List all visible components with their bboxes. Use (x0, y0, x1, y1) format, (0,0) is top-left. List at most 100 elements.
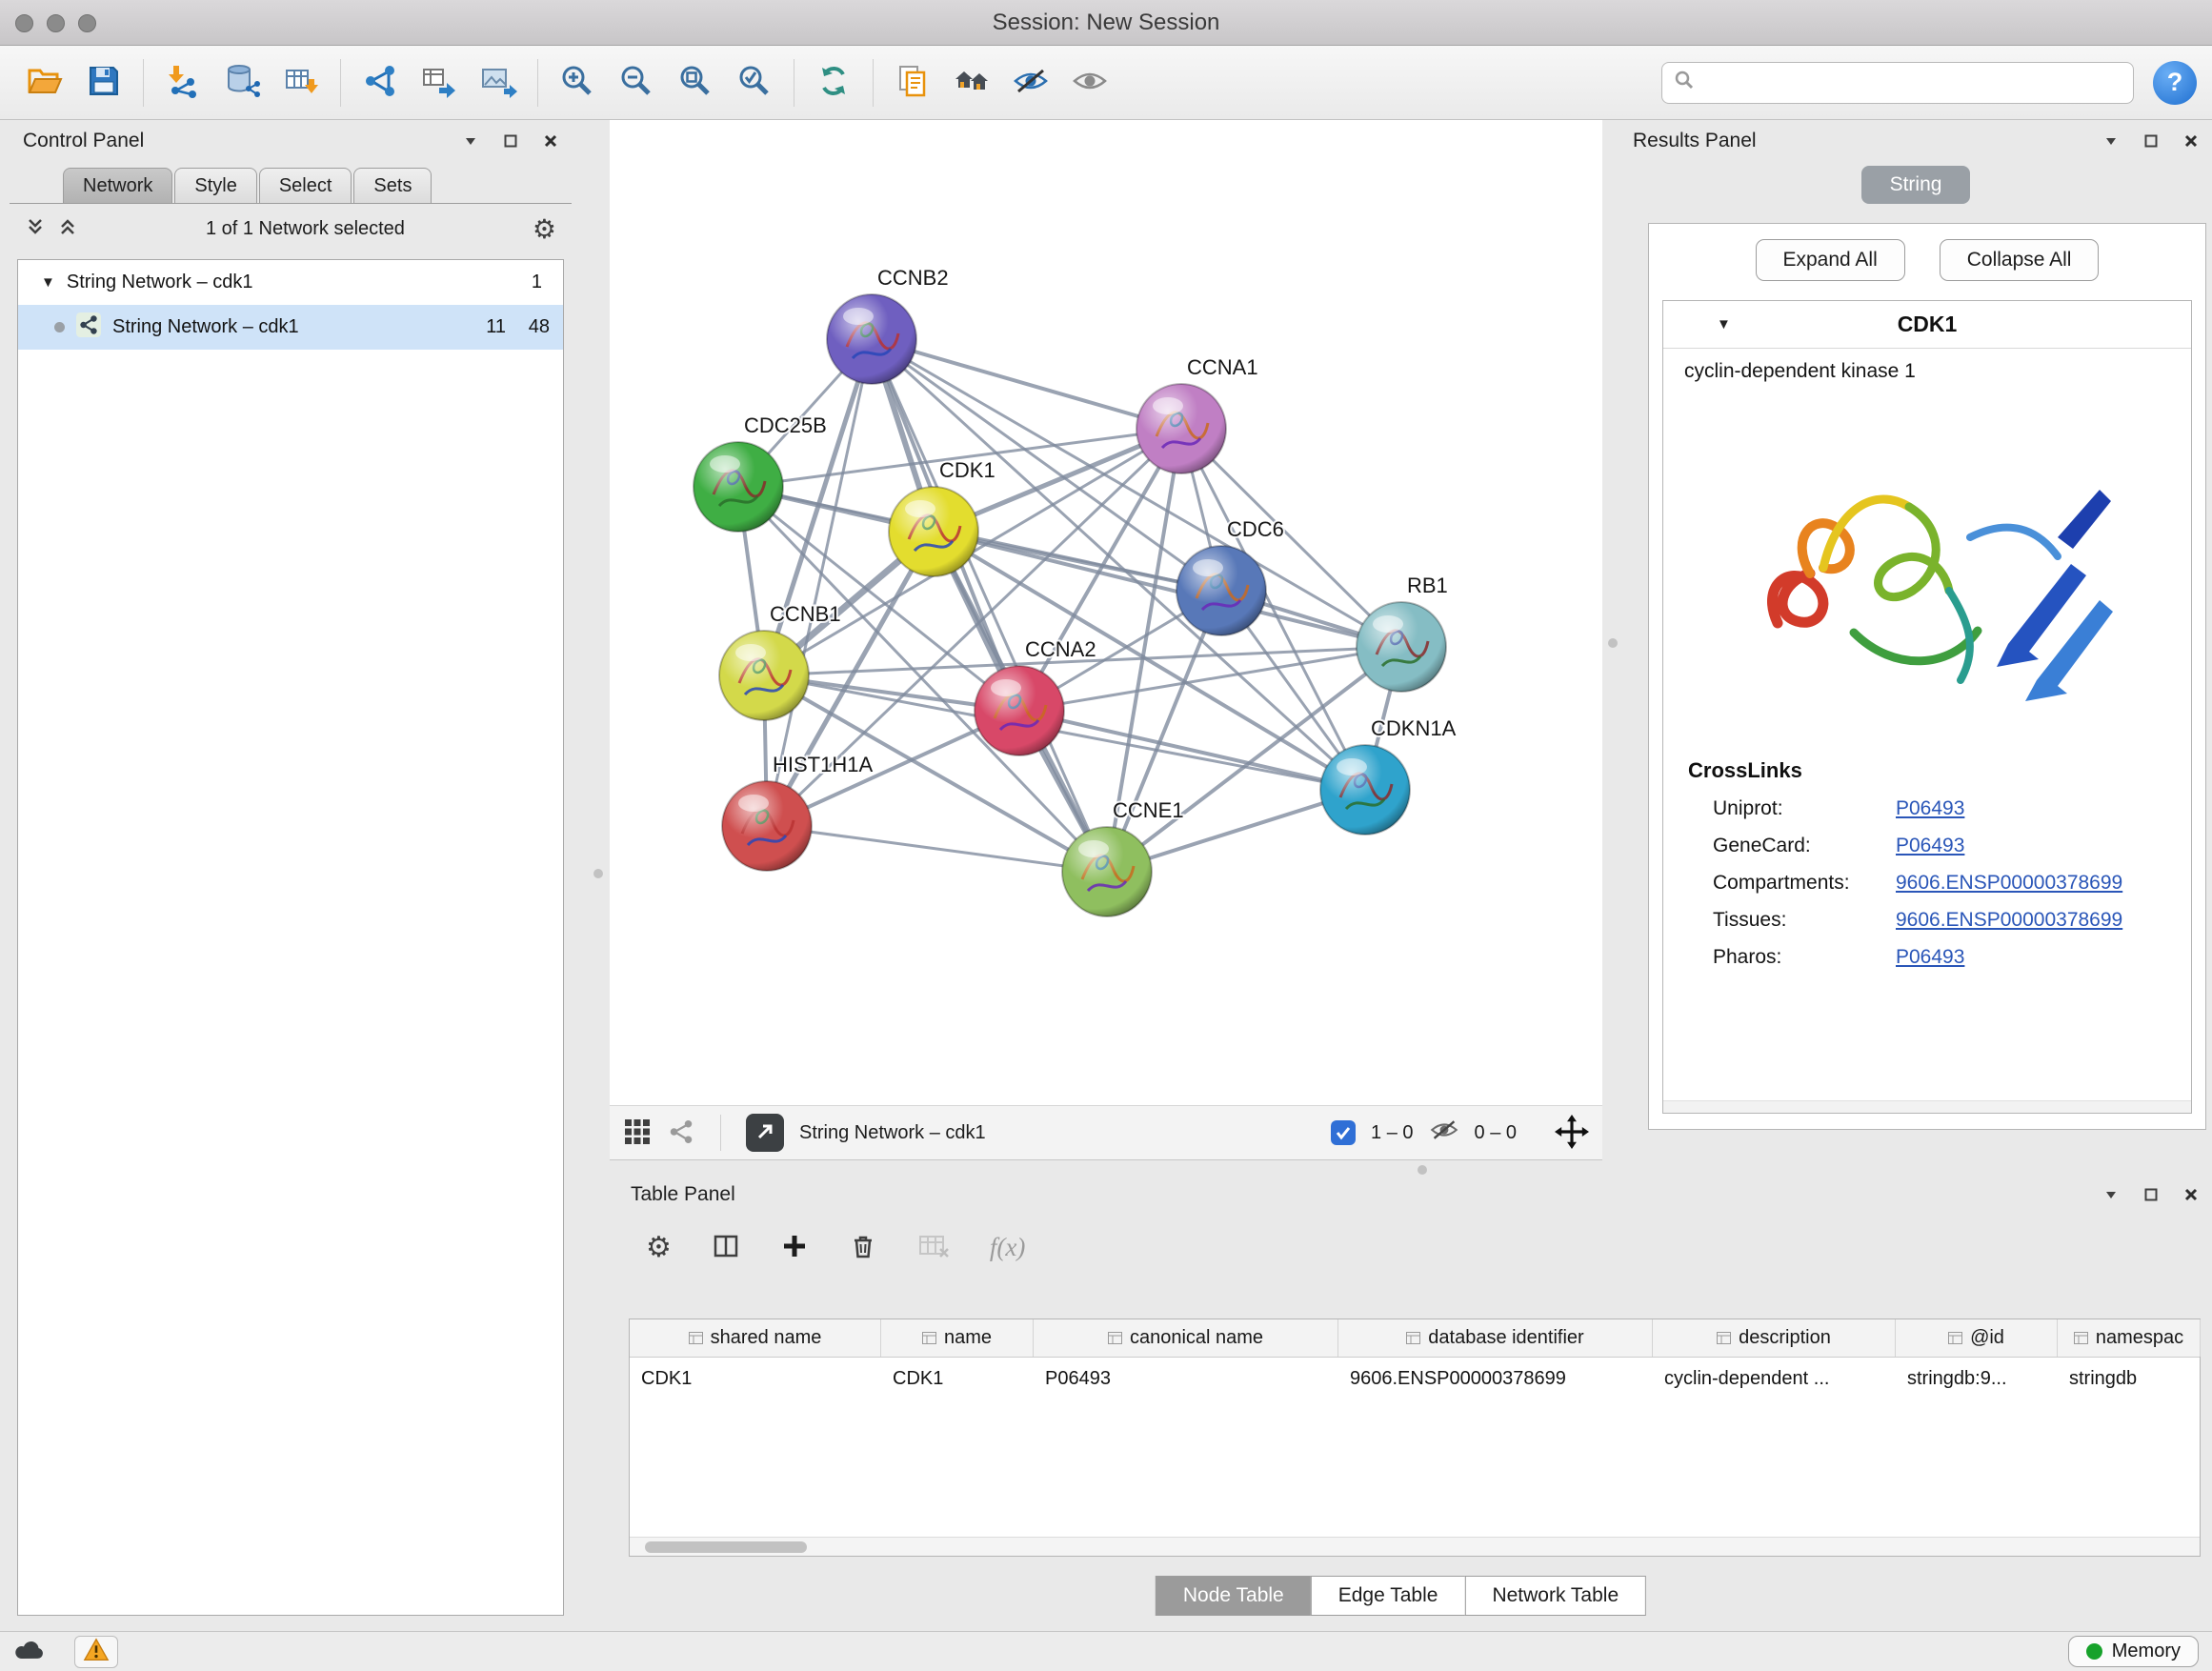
function-builder-button[interactable]: f(x) (990, 1233, 1025, 1262)
table-cell[interactable]: CDK1 (630, 1358, 881, 1399)
selected-checkbox[interactable] (1331, 1120, 1356, 1145)
tab-style[interactable]: Style (174, 168, 256, 203)
new-network-button[interactable] (351, 53, 410, 112)
gear-icon[interactable]: ⚙ (533, 213, 556, 245)
table-cell[interactable]: CDK1 (881, 1358, 1034, 1399)
network-collection-row[interactable]: ▼ String Network – cdk1 1 (18, 260, 563, 305)
column-header-name[interactable]: name (881, 1319, 1034, 1357)
table-hscrollbar[interactable] (630, 1537, 2200, 1556)
panel-menu-icon[interactable] (2103, 133, 2119, 149)
collapse-section-icon[interactable]: ▼ (1717, 316, 1731, 332)
crosslink-value-link[interactable]: P06493 (1896, 797, 1964, 820)
open-session-button[interactable] (15, 53, 74, 112)
minimize-window-button[interactable] (47, 14, 65, 32)
expand-all-icon[interactable] (57, 216, 78, 242)
import-network-database-button[interactable] (212, 53, 271, 112)
import-network-file-button[interactable] (153, 53, 212, 112)
splitter-handle[interactable] (593, 869, 603, 878)
search-box[interactable] (1661, 62, 2134, 104)
network-edge[interactable] (1019, 711, 1365, 790)
collapse-all-icon[interactable] (25, 216, 46, 242)
refresh-button[interactable] (804, 53, 863, 112)
panel-float-icon[interactable] (2143, 1187, 2159, 1202)
zoom-selected-button[interactable] (725, 53, 784, 112)
tab-network-table[interactable]: Network Table (1464, 1576, 1646, 1616)
crosslink-value-link[interactable]: P06493 (1896, 946, 1964, 969)
network-node-cdc25b[interactable]: CDC25B (694, 413, 827, 532)
crosslink-value-link[interactable]: 9606.ENSP00000378699 (1896, 909, 2122, 932)
crosslink-value-link[interactable]: P06493 (1896, 835, 1964, 857)
network-overview-button[interactable] (667, 1117, 695, 1149)
show-graphics-details-button[interactable] (942, 53, 1001, 112)
warnings-button[interactable] (74, 1636, 118, 1668)
protein-section-header[interactable]: ▼ CDK1 (1663, 301, 2191, 349)
column-header-description[interactable]: description (1653, 1319, 1896, 1357)
hide-selection-button[interactable] (1001, 53, 1060, 112)
column-header-namespac[interactable]: namespac (2058, 1319, 2201, 1357)
add-column-button[interactable] (780, 1232, 809, 1263)
column-header-canonical-name[interactable]: canonical name (1034, 1319, 1338, 1357)
hidden-eye-icon[interactable] (1429, 1115, 1459, 1151)
panel-close-icon[interactable] (543, 133, 558, 149)
tab-network[interactable]: Network (63, 168, 172, 203)
network-node-cdc6[interactable]: CDC6 (1176, 517, 1284, 635)
panel-menu-icon[interactable] (463, 133, 478, 149)
zoom-fit-button[interactable] (666, 53, 725, 112)
show-columns-button[interactable] (712, 1232, 740, 1263)
panel-close-icon[interactable] (2183, 1187, 2199, 1202)
panel-float-icon[interactable] (503, 133, 518, 149)
expand-all-button[interactable]: Expand All (1756, 239, 1905, 281)
table-cell[interactable]: cyclin-dependent ... (1653, 1358, 1896, 1399)
table-row[interactable]: CDK1CDK1P064939606.ENSP00000378699cyclin… (630, 1358, 2200, 1399)
network-edge[interactable] (872, 339, 1107, 872)
network-node-rb1[interactable]: RB1 (1357, 574, 1448, 692)
table-settings-button[interactable]: ⚙ (646, 1231, 672, 1264)
cloud-button[interactable] (13, 1638, 46, 1665)
tab-node-table[interactable]: Node Table (1156, 1576, 1312, 1616)
network-from-table-button[interactable] (410, 53, 469, 112)
tab-edge-table[interactable]: Edge Table (1311, 1576, 1466, 1616)
network-edge[interactable] (767, 826, 1107, 872)
zoom-in-button[interactable] (548, 53, 607, 112)
save-session-button[interactable] (74, 53, 133, 112)
splitter-handle[interactable] (1608, 638, 1618, 648)
search-input[interactable] (1702, 71, 2122, 93)
column-header-database-identifier[interactable]: database identifier (1338, 1319, 1653, 1357)
collapse-all-button[interactable]: Collapse All (1940, 239, 2100, 281)
panel-float-icon[interactable] (2143, 133, 2159, 149)
table-cell[interactable]: 9606.ENSP00000378699 (1338, 1358, 1653, 1399)
close-window-button[interactable] (15, 14, 33, 32)
panel-close-icon[interactable] (2183, 133, 2199, 149)
table-cell[interactable]: stringdb:9... (1896, 1358, 2058, 1399)
network-node-hist1h1a[interactable]: HIST1H1A (722, 753, 873, 871)
delete-column-button[interactable] (849, 1232, 877, 1263)
open-in-window-button[interactable] (746, 1114, 784, 1152)
tree-expand-icon[interactable]: ▼ (41, 274, 55, 291)
export-image-button[interactable] (469, 53, 528, 112)
maximize-window-button[interactable] (78, 14, 96, 32)
crosslink-value-link[interactable]: 9606.ENSP00000378699 (1896, 872, 2122, 895)
table-cell[interactable]: stringdb (2058, 1358, 2201, 1399)
table-cell[interactable]: P06493 (1034, 1358, 1338, 1399)
network-edge[interactable] (934, 532, 1401, 647)
scrollbar-thumb[interactable] (645, 1541, 807, 1553)
network-node-ccna1[interactable]: CCNA1 (1136, 355, 1258, 473)
splitter-handle[interactable] (1418, 1165, 1427, 1175)
birds-eye-view-button[interactable] (623, 1117, 652, 1149)
memory-button[interactable]: Memory (2068, 1636, 2199, 1667)
network-node-ccnb2[interactable]: CCNB2 (827, 266, 949, 384)
zoom-out-button[interactable] (607, 53, 666, 112)
network-view[interactable]: CCNB2CCNA1CDC25BCDK1CDC6RB1CCNB1CCNA2CDK… (610, 120, 1602, 1105)
tab-sets[interactable]: Sets (353, 168, 432, 203)
show-all-button[interactable] (1060, 53, 1119, 112)
network-graph[interactable]: CCNB2CCNA1CDC25BCDK1CDC6RB1CCNB1CCNA2CDK… (610, 120, 1602, 1105)
import-table-button[interactable] (271, 53, 331, 112)
network-row-selected[interactable]: String Network – cdk1 11 48 (18, 305, 563, 350)
pan-mode-button[interactable] (1555, 1115, 1589, 1152)
help-button[interactable]: ? (2153, 61, 2197, 105)
copy-button[interactable] (883, 53, 942, 112)
column-header-shared-name[interactable]: shared name (630, 1319, 881, 1357)
network-edge[interactable] (872, 339, 1181, 429)
tab-string[interactable]: String (1861, 166, 1971, 204)
network-node-cdkn1a[interactable]: CDKN1A (1320, 716, 1457, 835)
